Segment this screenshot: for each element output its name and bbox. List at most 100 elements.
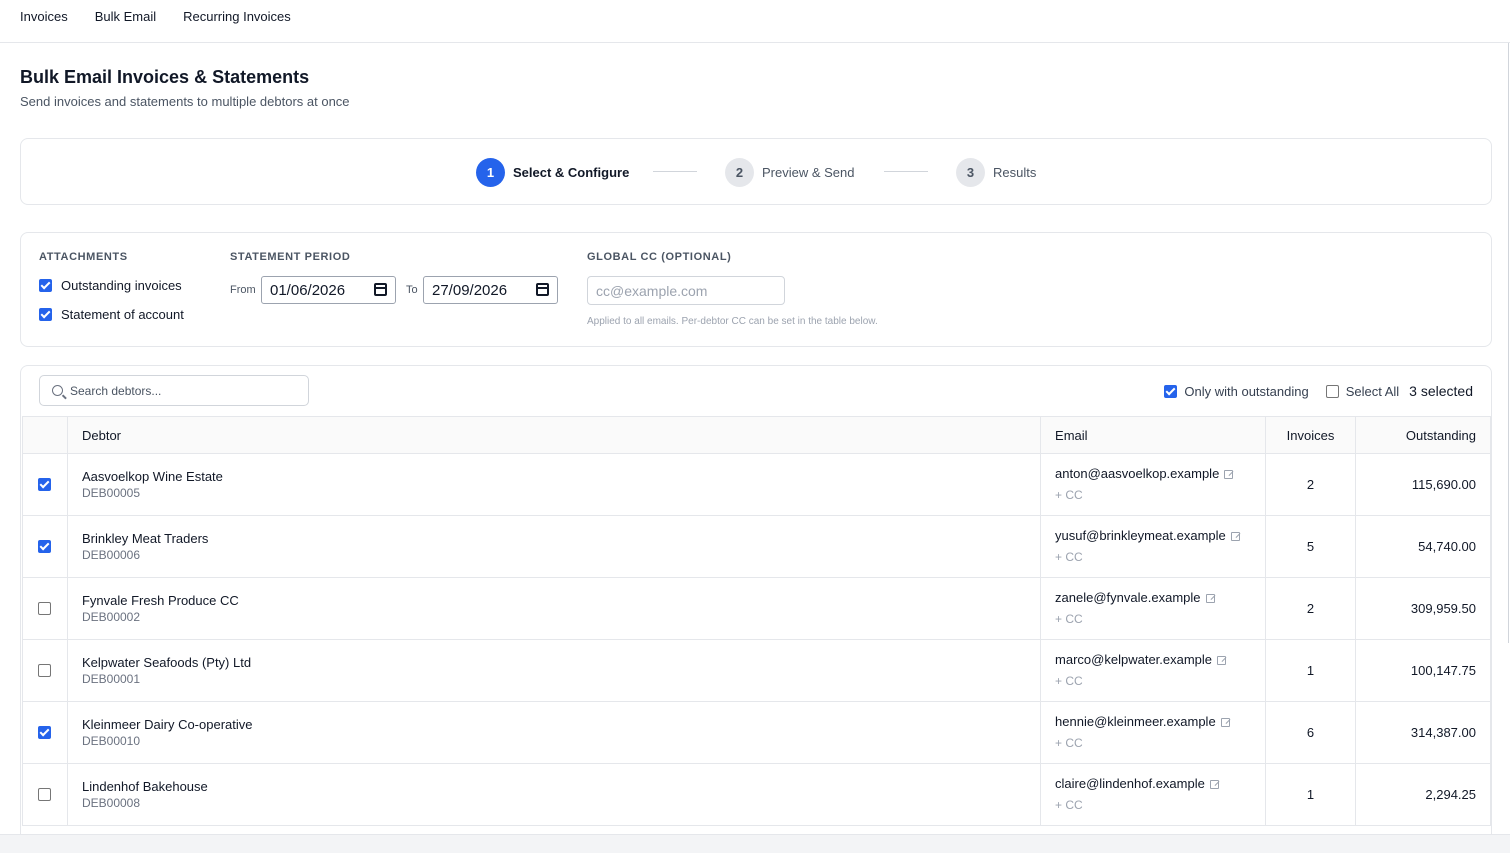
- bottom-bar: [0, 834, 1510, 853]
- from-date-input[interactable]: 01/06/2026: [261, 276, 396, 304]
- statement-of-account-option[interactable]: Statement of account: [39, 307, 184, 322]
- page-title: Bulk Email Invoices & Statements: [20, 67, 310, 87]
- invoice-count: 6: [1265, 701, 1357, 764]
- to-label: To: [406, 284, 418, 296]
- nav-recurring-invoices[interactable]: Recurring Invoices: [183, 9, 291, 25]
- header-select: [22, 416, 68, 454]
- debtor-email: zanele@fynvale.example: [1055, 590, 1201, 605]
- add-cc-link[interactable]: + CC: [1055, 610, 1251, 628]
- debtor-code: DEB00006: [81, 547, 141, 562]
- scrollbar-track[interactable]: [1508, 43, 1509, 643]
- edit-icon[interactable]: [1220, 717, 1230, 727]
- from-date-value: 01/06/2026: [270, 281, 346, 299]
- global-cc-label: GLOBAL CC (OPTIONAL): [587, 251, 732, 263]
- global-cc-help: Applied to all emails. Per-debtor CC can…: [587, 316, 878, 327]
- outstanding-amount: 115,690.00: [1355, 453, 1491, 516]
- table-row[interactable]: Aasvoelkop Wine Estate DEB00005 anton@aa…: [22, 453, 1491, 516]
- debtor-name: Kelpwater Seafoods (Pty) Ltd: [81, 654, 252, 670]
- nav-bulk-email[interactable]: Bulk Email: [95, 9, 156, 25]
- row-checkbox[interactable]: [38, 726, 52, 739]
- step-label: Preview & Send: [762, 164, 855, 180]
- header-outstanding[interactable]: Outstanding: [1355, 416, 1491, 454]
- nav-invoices[interactable]: Invoices: [20, 9, 68, 25]
- invoice-count: 1: [1265, 639, 1357, 702]
- debtor-email: marco@kelpwater.example: [1055, 652, 1213, 667]
- search-box[interactable]: [39, 375, 309, 406]
- add-cc-link[interactable]: + CC: [1055, 672, 1251, 690]
- statement-of-account-checkbox[interactable]: [39, 308, 52, 321]
- table-row[interactable]: Kelpwater Seafoods (Pty) Ltd DEB00001 ma…: [22, 639, 1491, 702]
- only-outstanding-label[interactable]: Only with outstanding: [1184, 384, 1308, 399]
- edit-icon[interactable]: [1224, 469, 1234, 479]
- add-cc-link[interactable]: + CC: [1055, 486, 1251, 504]
- config-panel: ATTACHMENTS Outstanding invoices Stateme…: [20, 232, 1492, 347]
- select-all-label[interactable]: Select All: [1346, 384, 1399, 399]
- debtor-code: DEB00010: [81, 733, 141, 748]
- row-checkbox[interactable]: [38, 788, 52, 801]
- debtor-name: Brinkley Meat Traders: [81, 530, 209, 546]
- table-toolbar: Only with outstanding Select All 3 selec…: [1164, 383, 1473, 399]
- row-checkbox[interactable]: [38, 478, 52, 491]
- step-number: 2: [725, 157, 754, 187]
- row-checkbox[interactable]: [38, 540, 52, 553]
- step-connector: [653, 171, 697, 172]
- add-cc-link[interactable]: + CC: [1055, 734, 1251, 752]
- outstanding-amount: 314,387.00: [1355, 701, 1491, 764]
- debtors-table: Debtor Email Invoices Outstanding Aasvoe…: [22, 416, 1491, 826]
- calendar-icon[interactable]: [536, 283, 549, 296]
- invoice-count: 5: [1265, 515, 1357, 578]
- search-icon: [52, 385, 63, 396]
- table-row[interactable]: Lindenhof Bakehouse DEB00008 claire@lind…: [22, 763, 1491, 826]
- table-row[interactable]: Fynvale Fresh Produce CC DEB00002 zanele…: [22, 577, 1491, 640]
- to-date-value: 27/09/2026: [432, 281, 508, 299]
- debtor-code: DEB00005: [81, 485, 141, 500]
- only-outstanding-checkbox[interactable]: [1164, 384, 1178, 398]
- step-label: Select & Configure: [513, 164, 630, 180]
- stepper: 1 Select & Configure 2 Preview & Send 3 …: [20, 138, 1492, 205]
- header-email[interactable]: Email: [1040, 416, 1267, 454]
- edit-icon[interactable]: [1217, 655, 1227, 665]
- table-row[interactable]: Brinkley Meat Traders DEB00006 yusuf@bri…: [22, 515, 1491, 578]
- invoice-count: 2: [1265, 577, 1357, 640]
- outstanding-amount: 54,740.00: [1355, 515, 1491, 578]
- calendar-icon[interactable]: [374, 283, 387, 296]
- step-select-configure[interactable]: 1 Select & Configure: [476, 157, 629, 187]
- outstanding-invoices-option[interactable]: Outstanding invoices: [39, 278, 182, 293]
- from-label: From: [230, 284, 256, 296]
- edit-icon[interactable]: [1209, 779, 1219, 789]
- attachments-label: ATTACHMENTS: [39, 251, 128, 263]
- outstanding-invoices-checkbox[interactable]: [39, 279, 52, 292]
- to-date-input[interactable]: 27/09/2026: [423, 276, 558, 304]
- step-results[interactable]: 3 Results: [956, 157, 1036, 187]
- search-input[interactable]: [70, 376, 305, 405]
- row-checkbox[interactable]: [38, 664, 52, 677]
- add-cc-link[interactable]: + CC: [1055, 548, 1251, 566]
- page-subtitle: Send invoices and statements to multiple…: [20, 94, 350, 109]
- debtor-email: hennie@kleinmeer.example: [1055, 714, 1216, 729]
- debtor-name: Fynvale Fresh Produce CC: [81, 592, 239, 608]
- header-invoices[interactable]: Invoices: [1265, 416, 1357, 454]
- row-checkbox[interactable]: [38, 602, 52, 615]
- statement-of-account-label: Statement of account: [61, 307, 184, 322]
- select-all-checkbox[interactable]: [1325, 384, 1339, 398]
- debtor-name: Kleinmeer Dairy Co-operative: [81, 716, 253, 732]
- debtor-name: Lindenhof Bakehouse: [81, 778, 208, 794]
- debtor-email: yusuf@brinkleymeat.example: [1055, 528, 1226, 543]
- table-row[interactable]: Kleinmeer Dairy Co-operative DEB00010 he…: [22, 701, 1491, 764]
- debtor-email: claire@lindenhof.example: [1055, 776, 1205, 791]
- step-preview-send[interactable]: 2 Preview & Send: [725, 157, 855, 187]
- edit-icon[interactable]: [1230, 531, 1240, 541]
- edit-icon[interactable]: [1205, 593, 1215, 603]
- step-connector: [884, 171, 928, 172]
- invoice-count: 1: [1265, 763, 1357, 826]
- top-nav: Invoices Bulk Email Recurring Invoices: [0, 0, 1510, 43]
- outstanding-amount: 2,294.25: [1355, 763, 1491, 826]
- global-cc-input[interactable]: [587, 276, 785, 305]
- add-cc-link[interactable]: + CC: [1055, 796, 1251, 814]
- table-header-row: Debtor Email Invoices Outstanding: [22, 416, 1491, 454]
- outstanding-invoices-label: Outstanding invoices: [61, 278, 182, 293]
- outstanding-amount: 309,959.50: [1355, 577, 1491, 640]
- debtor-email: anton@aasvoelkop.example: [1055, 466, 1220, 481]
- header-debtor[interactable]: Debtor: [66, 416, 1042, 454]
- outstanding-amount: 100,147.75: [1355, 639, 1491, 702]
